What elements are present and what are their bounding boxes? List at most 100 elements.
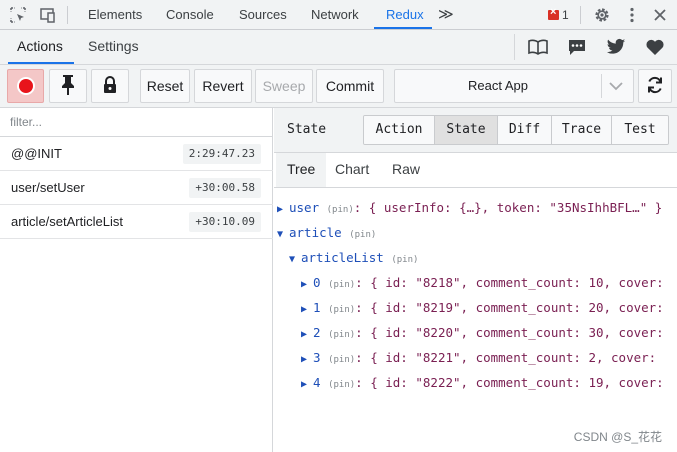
more-options-icon[interactable] (622, 5, 642, 25)
toolbar-divider (580, 6, 581, 24)
monitor-tabs: Action State Diff Trace Test (363, 115, 669, 145)
chevron-down-icon[interactable] (607, 78, 625, 94)
tree-key: user (289, 200, 320, 215)
action-list-pane: @@INIT 2:29:47.23 user/setUser +30:00.58… (0, 108, 273, 452)
tree-key: 0 (313, 275, 321, 290)
expand-arrow-icon[interactable]: ▶ (301, 374, 313, 396)
view-tabs: Tree Chart Raw (274, 153, 677, 188)
action-item[interactable]: article/setArticleList +30:10.09 (0, 205, 273, 239)
tree-node-articlelist[interactable]: ▼ articleList (pin) (289, 247, 418, 269)
tab-trace[interactable]: Trace (552, 116, 612, 144)
error-count: 1 (562, 8, 569, 22)
tab-test[interactable]: Test (612, 116, 668, 144)
tree-node-item[interactable]: ▶ 4 (pin): { id: "8222", comment_count: 1… (301, 372, 664, 394)
reset-button[interactable]: Reset (140, 69, 190, 103)
expand-arrow-icon[interactable]: ▶ (301, 324, 313, 346)
action-name: @@INIT (11, 146, 62, 161)
state-tree: ▶ user (pin): { userInfo: {…}, token: "35… (274, 188, 677, 452)
header-divider (514, 34, 515, 60)
expand-arrow-icon[interactable]: ▶ (301, 299, 313, 321)
toolbar-divider (67, 6, 68, 24)
tree-key: 4 (313, 375, 321, 390)
collapse-arrow-icon[interactable]: ▼ (277, 224, 289, 246)
action-item[interactable]: @@INIT 2:29:47.23 (0, 137, 273, 171)
tab-raw[interactable]: Raw (392, 153, 420, 187)
tab-network[interactable]: Network (311, 0, 359, 30)
tab-console[interactable]: Console (166, 0, 214, 30)
expand-arrow-icon[interactable]: ▶ (301, 349, 313, 371)
sweep-button[interactable]: Sweep (255, 69, 313, 103)
filter-input[interactable] (10, 108, 260, 136)
settings-icon[interactable] (592, 5, 612, 25)
tree-key: 2 (313, 325, 321, 340)
action-name: user/setUser (11, 180, 85, 195)
redux-toolbar: Reset Revert Sweep Commit React App (0, 65, 677, 108)
pin-link[interactable]: (pin) (328, 330, 355, 340)
close-icon[interactable] (650, 5, 670, 25)
instance-label: React App (468, 78, 528, 93)
tab-sources[interactable]: Sources (239, 0, 287, 30)
collapse-arrow-icon[interactable]: ▼ (289, 249, 301, 271)
tree-value: : { id: "8221", comment_count: 2, cover: (355, 350, 657, 365)
tree-key: articleList (301, 250, 384, 265)
tree-node-user[interactable]: ▶ user (pin): { userInfo: {…}, token: "35… (277, 197, 662, 219)
tab-chart[interactable]: Chart (335, 153, 369, 187)
chat-icon[interactable] (566, 37, 588, 57)
tree-node-item[interactable]: ▶ 2 (pin): { id: "8220", comment_count: 3… (301, 322, 664, 344)
action-timestamp: 2:29:47.23 (182, 144, 261, 164)
tab-actions[interactable]: Actions (17, 30, 63, 64)
pin-link[interactable]: (pin) (328, 355, 355, 365)
pin-link[interactable]: (pin) (391, 255, 418, 265)
tab-action[interactable]: Action (364, 116, 435, 144)
tab-settings[interactable]: Settings (88, 30, 139, 64)
tab-redux[interactable]: Redux (386, 0, 424, 30)
tab-state[interactable]: State (435, 116, 498, 144)
lock-button[interactable] (91, 69, 129, 103)
action-timestamp: +30:10.09 (189, 212, 261, 232)
tree-node-item[interactable]: ▶ 3 (pin): { id: "8221", comment_count: 2… (301, 347, 656, 369)
filter-bar (0, 108, 273, 137)
pin-link[interactable]: (pin) (328, 280, 355, 290)
commit-button[interactable]: Commit (316, 69, 384, 103)
action-item[interactable]: user/setUser +30:00.58 (0, 171, 273, 205)
sync-icon (645, 75, 665, 98)
error-counter[interactable]: 1 (548, 6, 569, 22)
action-name: article/setArticleList (11, 214, 123, 229)
tree-node-article[interactable]: ▼ article (pin) (277, 222, 376, 244)
monitor-pane: State Action State Diff Trace Test Tree … (274, 108, 677, 452)
devtools-tab-bar: Elements Console Sources Network Redux ≫… (0, 0, 677, 30)
sync-button[interactable] (638, 69, 672, 103)
error-icon (548, 6, 559, 20)
pin-link[interactable]: (pin) (328, 305, 355, 315)
tab-elements[interactable]: Elements (88, 0, 142, 30)
active-tab-indicator (374, 27, 432, 29)
inspect-element-icon[interactable] (8, 5, 28, 25)
tree-node-item[interactable]: ▶ 1 (pin): { id: "8219", comment_count: 2… (301, 297, 664, 319)
pin-link[interactable]: (pin) (328, 380, 355, 390)
pin-button[interactable] (49, 69, 87, 103)
tab-tree[interactable]: Tree (276, 153, 327, 187)
pin-link[interactable]: (pin) (327, 205, 354, 215)
revert-button[interactable]: Revert (194, 69, 252, 103)
more-tabs-button[interactable]: ≫ (438, 0, 454, 30)
pin-icon (59, 74, 77, 99)
monitor-header: State Action State Diff Trace Test (274, 108, 677, 153)
record-button[interactable] (7, 69, 44, 103)
heart-icon[interactable] (644, 37, 666, 57)
expand-arrow-icon[interactable]: ▶ (277, 199, 289, 221)
instance-selector[interactable]: React App (394, 69, 634, 103)
tree-node-item[interactable]: ▶ 0 (pin): { id: "8218", comment_count: 1… (301, 272, 664, 294)
redux-header: Actions Settings (0, 30, 677, 65)
record-icon (18, 79, 33, 93)
pin-link[interactable]: (pin) (349, 230, 376, 240)
lock-icon (102, 75, 118, 97)
tree-key: 3 (313, 350, 321, 365)
twitter-icon[interactable] (605, 37, 627, 57)
tree-key: article (289, 225, 342, 240)
book-icon[interactable] (527, 37, 549, 57)
tab-diff[interactable]: Diff (498, 116, 552, 144)
expand-arrow-icon[interactable]: ▶ (301, 274, 313, 296)
tree-value: : { id: "8219", comment_count: 20, cover… (355, 300, 664, 315)
device-toggle-icon[interactable] (37, 5, 57, 25)
tree-value: : { id: "8220", comment_count: 30, cover… (355, 325, 664, 340)
